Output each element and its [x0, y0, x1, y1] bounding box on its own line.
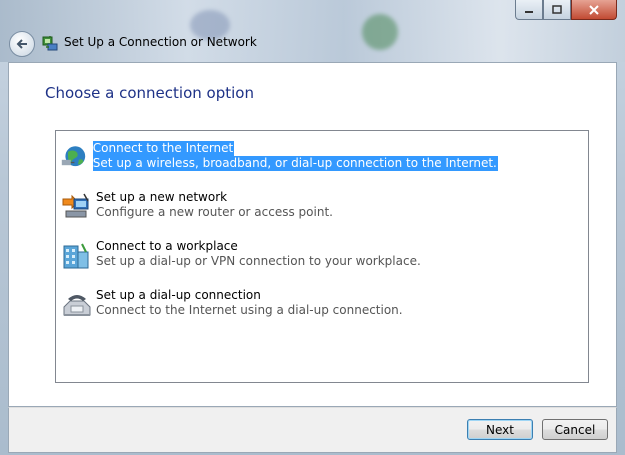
connection-option-list: Connect to the Internet Set up a wireles…: [55, 130, 589, 383]
workplace-icon: [63, 243, 89, 269]
option-title: Connect to the Internet: [92, 141, 235, 156]
option-description: Connect to the Internet using a dial-up …: [96, 303, 403, 317]
background-blur: [362, 14, 398, 50]
page-title: Choose a connection option: [45, 84, 254, 102]
content-panel: Choose a connection option Connect to th…: [8, 62, 617, 407]
window-title: Set Up a Connection or Network: [64, 35, 257, 49]
caption-buttons: [515, 0, 617, 20]
network-wizard-icon: [42, 36, 58, 51]
option-description: Set up a dial-up or VPN connection to yo…: [96, 254, 421, 268]
close-icon[interactable]: [571, 0, 617, 20]
option-connect-internet[interactable]: Connect to the Internet Set up a wireles…: [60, 141, 588, 174]
maximize-icon[interactable]: [543, 0, 571, 20]
option-new-network[interactable]: Set up a new network Configure a new rou…: [60, 190, 333, 223]
option-title: Set up a dial-up connection: [96, 288, 261, 302]
button-bar: Next Cancel: [8, 407, 617, 453]
option-dial-up[interactable]: Set up a dial-up connection Connect to t…: [60, 288, 403, 321]
cancel-button[interactable]: Cancel: [542, 419, 608, 440]
minimize-icon[interactable]: [515, 0, 543, 20]
globe-network-icon: [61, 146, 86, 167]
option-description: Configure a new router or access point.: [96, 205, 333, 219]
back-arrow-icon[interactable]: [9, 31, 35, 57]
new-network-icon: [62, 193, 89, 218]
option-description: Set up a wireless, broadband, or dial-up…: [92, 156, 498, 171]
phone-modem-icon: [63, 295, 91, 316]
next-button[interactable]: Next: [467, 419, 533, 440]
option-title: Connect to a workplace: [96, 239, 238, 253]
option-title: Set up a new network: [96, 190, 228, 204]
option-workplace[interactable]: Connect to a workplace Set up a dial-up …: [60, 239, 421, 272]
